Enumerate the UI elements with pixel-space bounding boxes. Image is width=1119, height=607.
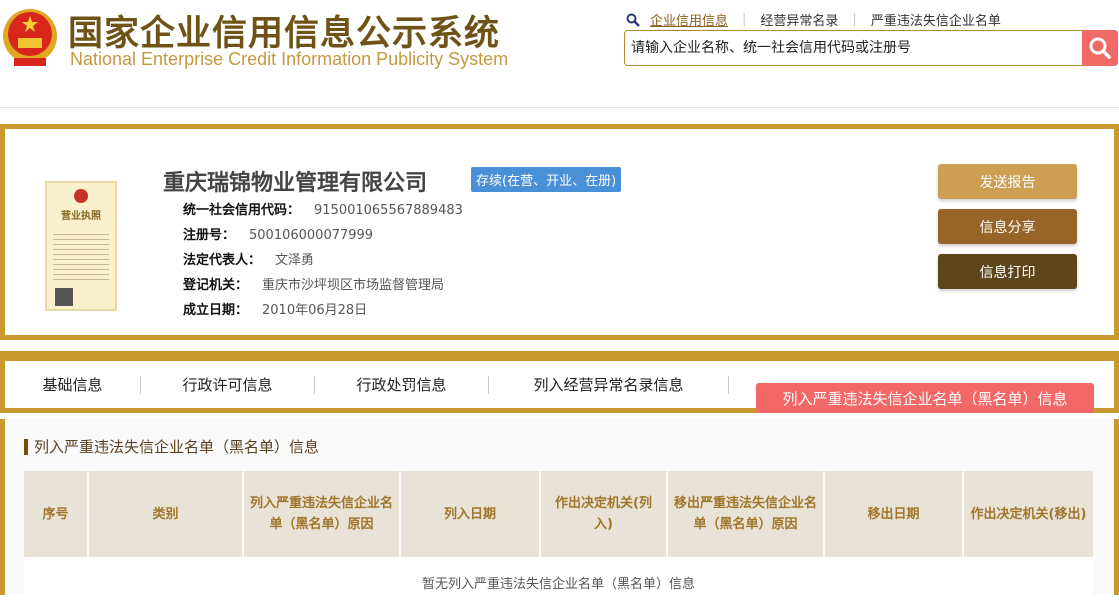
- col-header: 作出决定机关(移出): [963, 471, 1093, 557]
- info-tabs: 基础信息 行政许可信息 行政处罚信息 列入经营异常名录信息 列入严重违法失信企业…: [0, 351, 1119, 413]
- field-value: 文泽勇: [275, 253, 315, 268]
- tab-admin-penalty[interactable]: 行政处罚信息: [315, 374, 488, 395]
- nav-blacklist[interactable]: 严重违法失信企业名单: [871, 10, 1001, 29]
- field-legal-rep: 法定代表人： 文泽勇: [183, 249, 314, 268]
- col-header: 序号: [24, 471, 89, 557]
- empty-message: 暂无列入严重违法失信企业名单（黑名单）信息: [24, 557, 1093, 607]
- tab-divider: [728, 375, 729, 394]
- col-header: 列入日期: [400, 471, 541, 557]
- field-reg-no: 注册号： 500106000077999: [183, 224, 373, 243]
- col-header: 作出决定机关(列入): [540, 471, 668, 557]
- national-emblem-icon: [3, 9, 57, 66]
- field-label: 登记机关：: [183, 278, 249, 293]
- license-text-lines: [53, 230, 109, 280]
- send-report-button[interactable]: 发送报告: [938, 164, 1077, 199]
- search-icon: [626, 13, 640, 27]
- emblem-icon: [74, 189, 88, 203]
- field-founded: 成立日期： 2010年06月28日: [183, 299, 367, 318]
- site-subtitle: National Enterprise Credit Information P…: [70, 49, 509, 69]
- nav-abnormal-list[interactable]: 经营异常名录: [760, 10, 838, 29]
- search-icon: [1089, 37, 1111, 59]
- search-input[interactable]: [631, 31, 1081, 65]
- status-badge: 存续(在营、开业、在册): [471, 167, 622, 192]
- tab-abnormal-list[interactable]: 列入经营异常名录信息: [489, 374, 728, 395]
- qr-code-icon: [55, 288, 73, 306]
- site-header: 国家企业信用信息公示系统 National Enterprise Credit …: [0, 0, 1119, 108]
- blacklist-table: 序号 类别 列入严重违法失信企业名单（黑名单）原因 列入日期 作出决定机关(列入…: [24, 471, 1093, 607]
- field-authority: 登记机关： 重庆市沙坪坝区市场监督管理局: [183, 274, 444, 293]
- field-label: 成立日期：: [183, 303, 249, 318]
- col-header: 类别: [88, 471, 244, 557]
- license-title: 营业执照: [61, 211, 101, 222]
- col-header: 移出严重违法失信企业名单（黑名单）原因: [667, 471, 825, 557]
- field-label: 注册号：: [183, 228, 236, 243]
- section-title: 列入严重违法失信企业名单（黑名单）信息: [24, 439, 319, 455]
- tab-blacklist[interactable]: 列入严重违法失信企业名单（黑名单）信息: [756, 383, 1094, 413]
- field-credit-code: 统一社会信用代码： 915001065567889483: [183, 199, 463, 218]
- print-info-button[interactable]: 信息打印: [938, 254, 1077, 289]
- search-box: [624, 30, 1118, 66]
- field-value: 915001065567889483: [314, 203, 463, 218]
- share-info-button[interactable]: 信息分享: [938, 209, 1077, 244]
- field-value: 2010年06月28日: [262, 303, 368, 318]
- table-row: 暂无列入严重违法失信企业名单（黑名单）信息: [24, 557, 1093, 607]
- field-label: 统一社会信用代码：: [183, 203, 301, 218]
- field-value: 重庆市沙坪坝区市场监督管理局: [262, 278, 445, 293]
- field-value: 500106000077999: [249, 228, 374, 243]
- table-header-row: 序号 类别 列入严重违法失信企业名单（黑名单）原因 列入日期 作出决定机关(列入…: [24, 471, 1093, 557]
- blacklist-section: 列入严重违法失信企业名单（黑名单）信息 序号 类别 列入严重违法失信企业名单（黑…: [0, 419, 1119, 607]
- tab-basic-info[interactable]: 基础信息: [5, 374, 140, 395]
- nav-divider: |: [742, 12, 747, 27]
- search-button[interactable]: [1082, 30, 1118, 66]
- col-header: 列入严重违法失信企业名单（黑名单）原因: [243, 471, 401, 557]
- company-card: 营业执照 重庆瑞锦物业管理有限公司 存续(在营、开业、在册) 统一社会信用代码：…: [0, 124, 1119, 340]
- nav-divider: |: [852, 12, 857, 27]
- tab-admin-license[interactable]: 行政许可信息: [141, 374, 314, 395]
- top-nav: 企业信用信息 | 经营异常名录 | 严重违法失信企业名单: [626, 10, 1001, 29]
- col-header: 移出日期: [824, 471, 964, 557]
- nav-credit-info[interactable]: 企业信用信息: [650, 10, 728, 29]
- company-name: 重庆瑞锦物业管理有限公司: [163, 171, 428, 196]
- business-license-image: 营业执照: [45, 181, 117, 311]
- field-label: 法定代表人：: [183, 253, 262, 268]
